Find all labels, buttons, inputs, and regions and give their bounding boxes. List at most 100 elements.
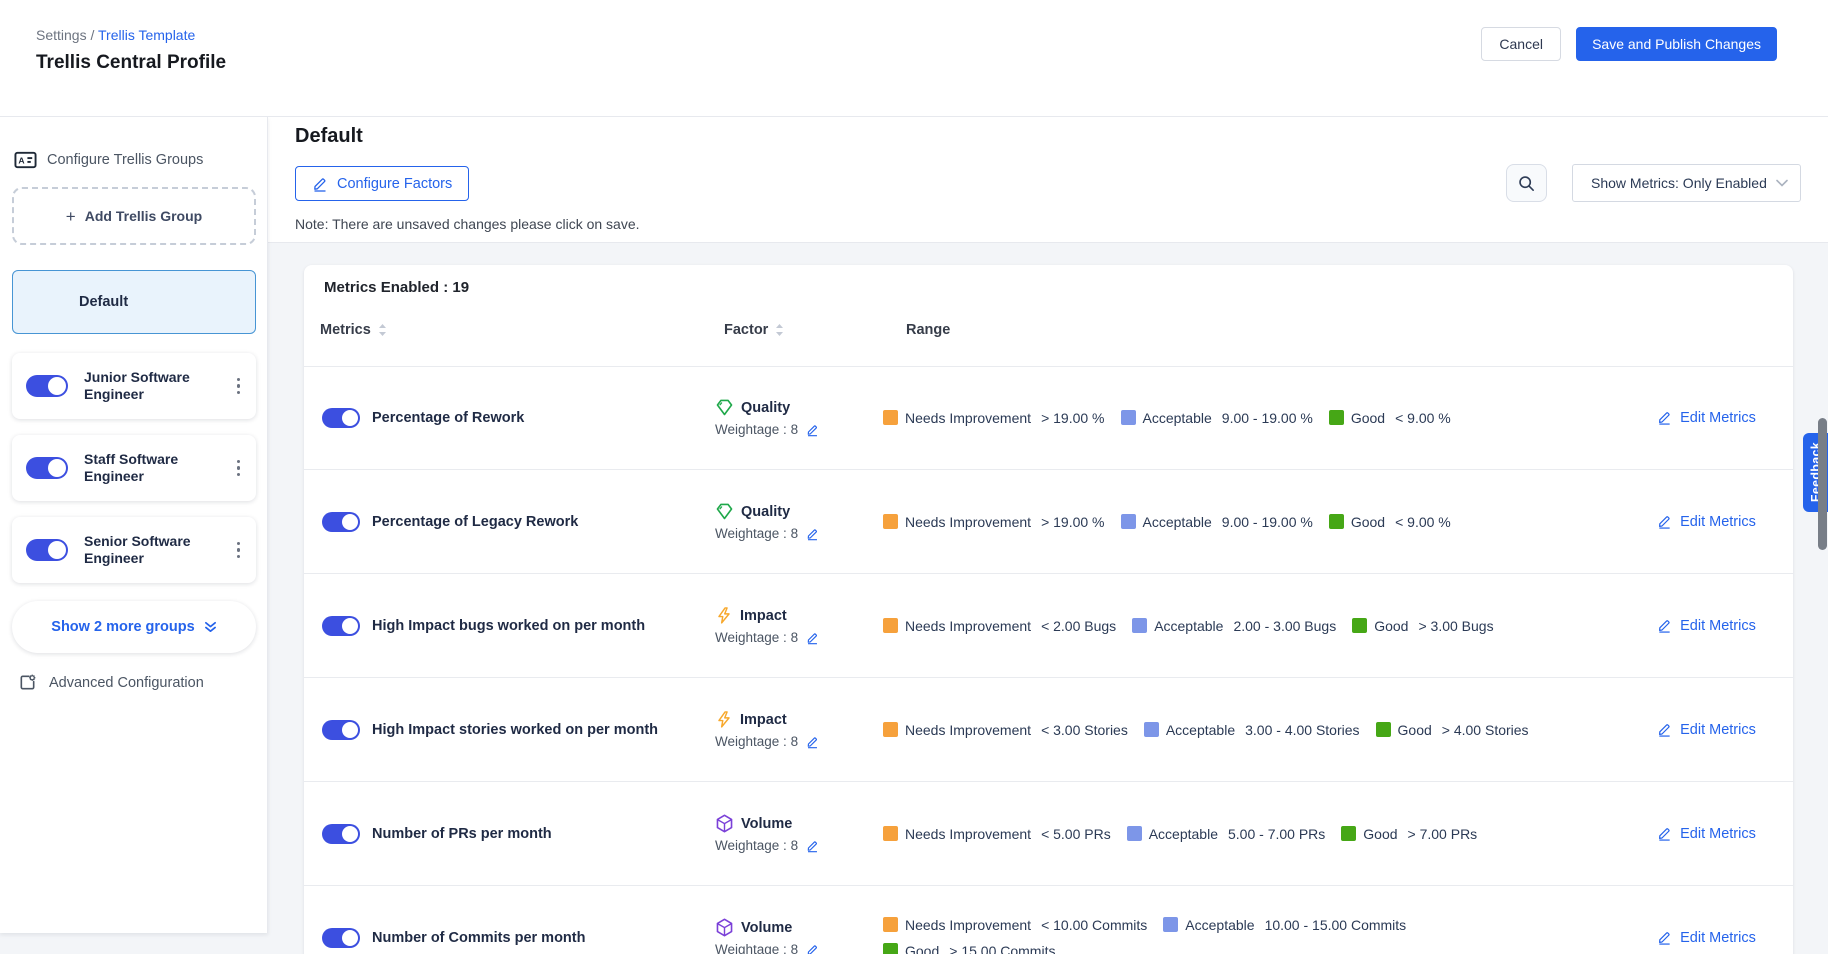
advanced-configuration-link[interactable]: Advanced Configuration (18, 673, 204, 692)
group-enabled-toggle[interactable] (26, 539, 68, 561)
metric-enabled-toggle[interactable] (322, 616, 360, 636)
range-chip: Needs Improvement > 19.00 % (883, 410, 1105, 426)
edit-metrics-link[interactable]: Edit Metrics (1657, 930, 1756, 946)
metrics-enabled-count: Metrics Enabled : 19 (324, 279, 469, 296)
factor-name: Volume (741, 816, 792, 832)
volume-cube-icon (715, 918, 734, 937)
configure-factors-button[interactable]: Configure Factors (295, 166, 469, 201)
range-chip: Good > 4.00 Stories (1376, 722, 1529, 738)
edit-weightage-icon[interactable] (806, 527, 819, 541)
metric-enabled-toggle[interactable] (322, 928, 360, 948)
weightage-value: 8 (791, 838, 799, 853)
range-value: < 9.00 % (1395, 410, 1451, 426)
show-more-groups-button[interactable]: Show 2 more groups (12, 601, 256, 653)
range-color-swatch (883, 618, 898, 633)
configure-trellis-groups-header: A Configure Trellis Groups (14, 150, 203, 170)
show-metrics-dropdown[interactable]: Show Metrics: Only Enabled (1572, 164, 1801, 202)
factor-name: Impact (740, 712, 787, 728)
sort-icon (378, 323, 387, 337)
sidebar-group-card[interactable]: Junior Software Engineer (12, 353, 256, 419)
column-header-metrics[interactable]: Metrics (320, 322, 387, 338)
range-chip: Good < 9.00 % (1329, 410, 1451, 426)
edit-weightage-icon[interactable] (806, 735, 819, 749)
range-color-swatch (1341, 826, 1356, 841)
range-value: 3.00 - 4.00 Stories (1245, 722, 1359, 738)
range-label: Needs Improvement (905, 410, 1031, 426)
advanced-configuration-label: Advanced Configuration (49, 675, 204, 691)
configure-factors-label: Configure Factors (337, 176, 452, 192)
weightage-text: Weightage : 8 (715, 422, 798, 437)
main-content: Default Configure Factors Note: There ar… (268, 117, 1828, 954)
group-menu-kebab-icon[interactable] (233, 374, 245, 399)
weightage-text: Weightage : 8 (715, 734, 798, 749)
range-label: Good (1374, 618, 1408, 634)
edit-metrics-link[interactable]: Edit Metrics (1657, 618, 1756, 634)
range-label: Acceptable (1149, 826, 1218, 842)
metric-enabled-toggle[interactable] (322, 512, 360, 532)
range-label: Needs Improvement (905, 514, 1031, 530)
weightage-value: 8 (791, 942, 799, 954)
edit-pencil-icon (1657, 514, 1672, 529)
group-menu-kebab-icon[interactable] (233, 456, 245, 481)
search-button[interactable] (1506, 164, 1547, 202)
breadcrumb-settings[interactable]: Settings (36, 27, 87, 43)
range-chip: Good > 7.00 PRs (1341, 826, 1477, 842)
page-title: Trellis Central Profile (36, 52, 226, 74)
sidebar-item-default[interactable]: Default (12, 270, 256, 334)
trellis-groups-badge-icon: A (14, 150, 37, 170)
edit-weightage-icon[interactable] (806, 423, 819, 437)
save-and-publish-button[interactable]: Save and Publish Changes (1576, 27, 1777, 61)
group-enabled-toggle[interactable] (26, 457, 68, 479)
configure-trellis-groups-label: Configure Trellis Groups (47, 152, 203, 168)
edit-weightage-icon[interactable] (806, 943, 819, 954)
edit-metrics-link[interactable]: Edit Metrics (1657, 722, 1756, 738)
sidebar-group-card[interactable]: Senior Software Engineer (12, 517, 256, 583)
metric-name: High Impact bugs worked on per month (372, 618, 645, 634)
default-group-label: Default (79, 294, 128, 310)
metric-row: High Impact bugs worked on per month Imp… (304, 574, 1793, 678)
range-chip: Needs Improvement > 19.00 % (883, 514, 1105, 530)
add-trellis-group-button[interactable]: + Add Trellis Group (12, 187, 256, 245)
range-value: < 2.00 Bugs (1041, 618, 1116, 634)
range-value: > 19.00 % (1041, 514, 1104, 530)
range-label: Good (905, 943, 939, 954)
range-header-label: Range (906, 322, 950, 338)
metric-enabled-toggle[interactable] (322, 408, 360, 428)
range-label: Needs Improvement (905, 917, 1031, 933)
weightage-text: Weightage : 8 (715, 630, 798, 645)
range-value: 2.00 - 3.00 Bugs (1233, 618, 1336, 634)
edit-pencil-icon (1657, 618, 1672, 633)
metric-row: Number of Commits per month Volume Weigh… (304, 886, 1793, 954)
metric-enabled-toggle[interactable] (322, 824, 360, 844)
edit-weightage-icon[interactable] (806, 839, 819, 853)
edit-weightage-icon[interactable] (806, 631, 819, 645)
range-color-swatch (883, 917, 898, 932)
vertical-scrollbar-thumb[interactable] (1818, 418, 1827, 550)
edit-metrics-link[interactable]: Edit Metrics (1657, 410, 1756, 426)
edit-metrics-label: Edit Metrics (1680, 930, 1756, 946)
range-value: 9.00 - 19.00 % (1222, 514, 1313, 530)
edit-metrics-link[interactable]: Edit Metrics (1657, 514, 1756, 530)
weightage-text: Weightage : 8 (715, 526, 798, 541)
group-menu-kebab-icon[interactable] (233, 538, 245, 563)
metric-enabled-toggle[interactable] (322, 720, 360, 740)
range-label: Good (1351, 514, 1385, 530)
search-icon (1517, 174, 1536, 193)
show-more-groups-label: Show 2 more groups (51, 619, 194, 635)
edit-metrics-link[interactable]: Edit Metrics (1657, 826, 1756, 842)
range-chip: Acceptable 5.00 - 7.00 PRs (1127, 826, 1326, 842)
group-enabled-toggle[interactable] (26, 375, 68, 397)
column-header-factor[interactable]: Factor (724, 322, 784, 338)
weightage-value: 8 (791, 630, 799, 645)
sidebar-group-card[interactable]: Staff Software Engineer (12, 435, 256, 501)
edit-metrics-label: Edit Metrics (1680, 722, 1756, 738)
breadcrumb-trellis-template[interactable]: Trellis Template (98, 27, 195, 43)
range-color-swatch (1352, 618, 1367, 633)
edit-pencil-icon (1657, 410, 1672, 425)
range-label: Acceptable (1166, 722, 1235, 738)
cancel-button[interactable]: Cancel (1481, 27, 1561, 61)
range-value: < 9.00 % (1395, 514, 1451, 530)
edit-metrics-label: Edit Metrics (1680, 410, 1756, 426)
range-label: Needs Improvement (905, 826, 1031, 842)
weightage-text: Weightage : 8 (715, 838, 798, 853)
